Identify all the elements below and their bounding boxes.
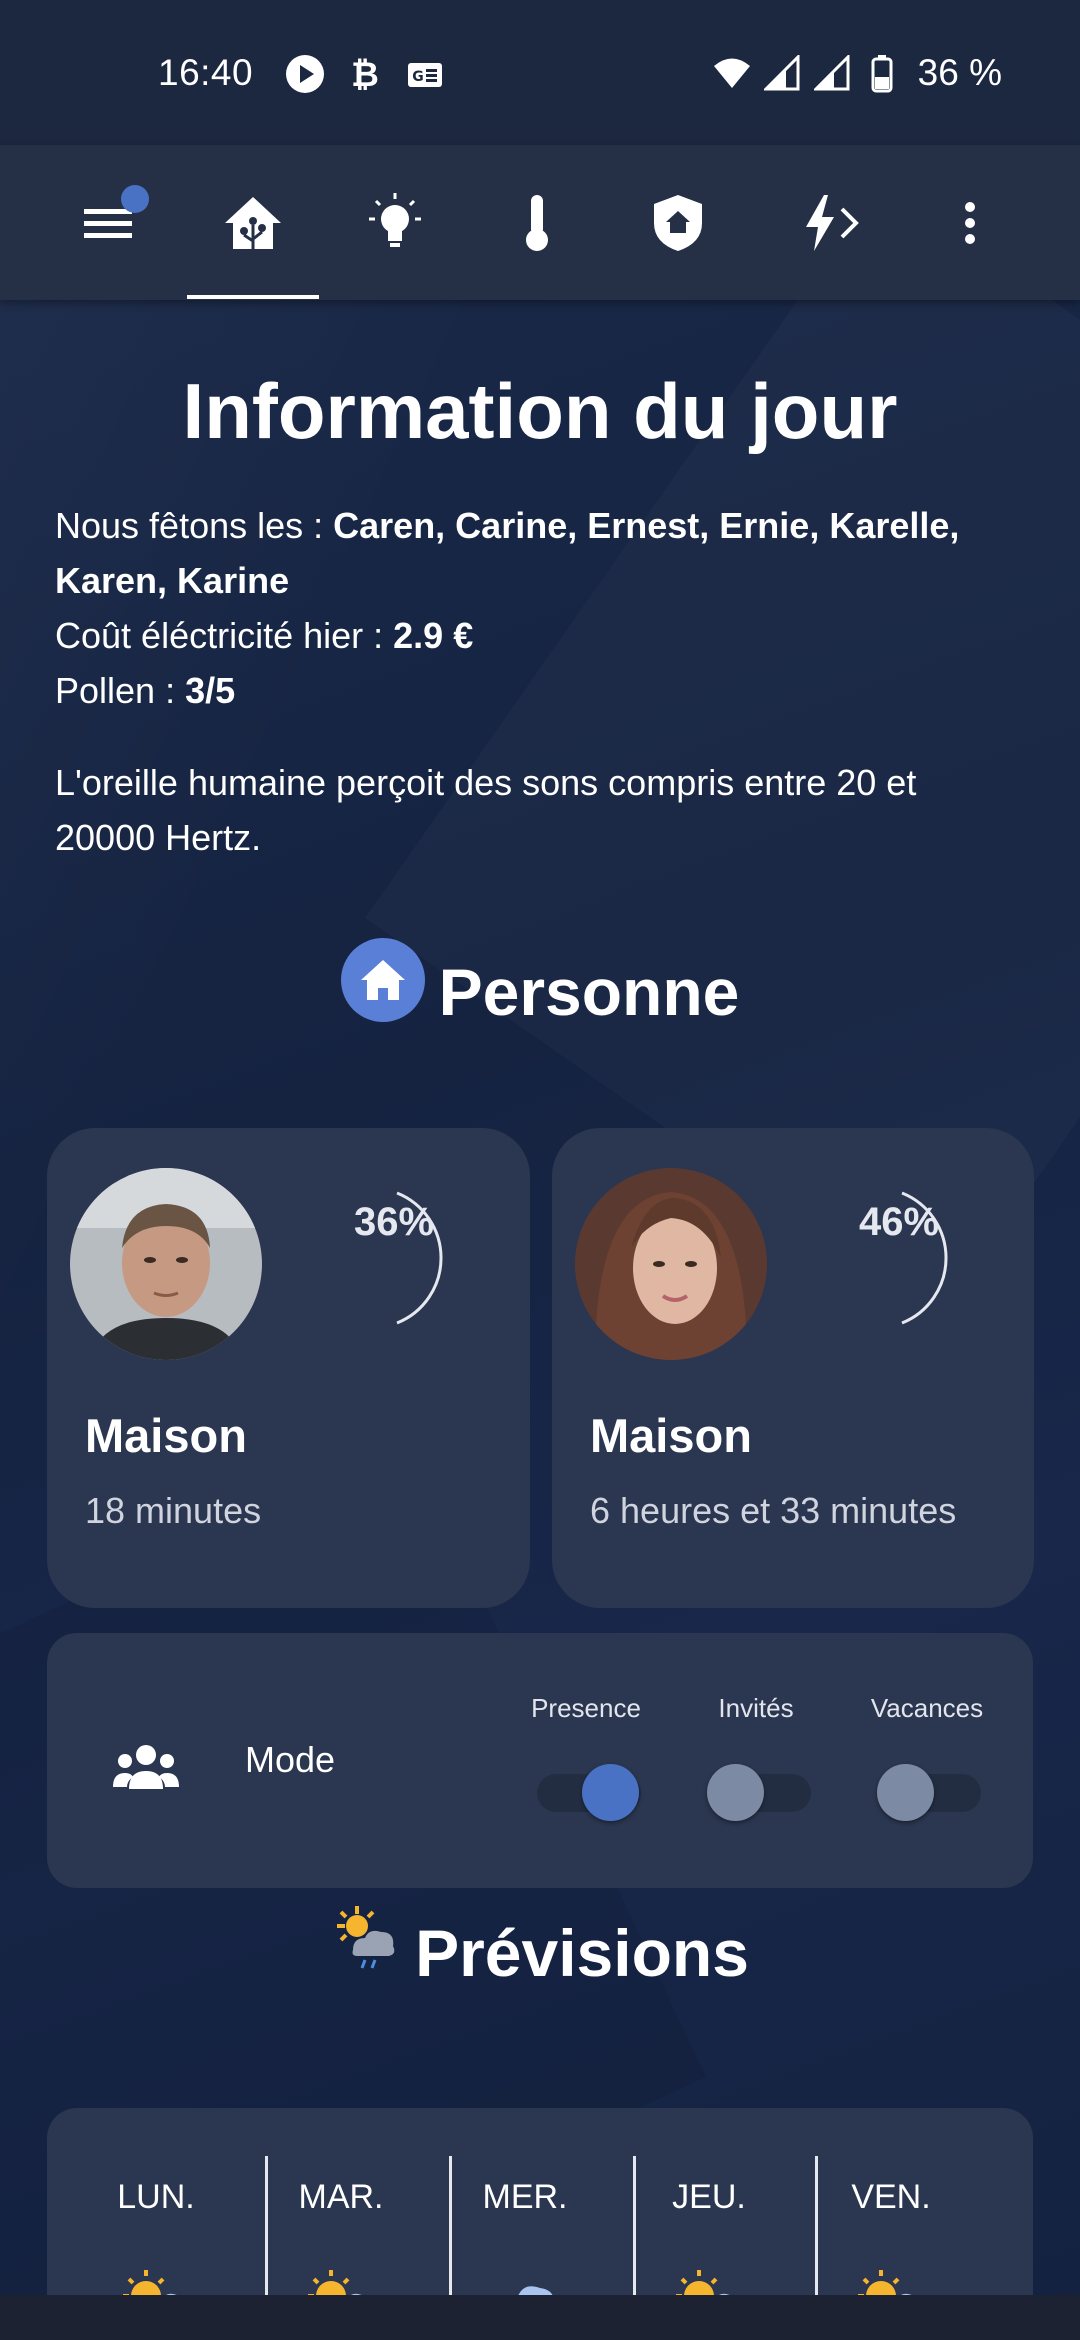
switch-label-presence: Presence — [531, 1693, 641, 1723]
electricity-value: 2.9 € — [393, 615, 474, 656]
personne-heading: Personne — [0, 938, 1080, 1034]
battery-gauge — [901, 1191, 948, 1325]
electricity-label: Coût éléctricité hier : — [55, 615, 394, 656]
tab-security[interactable] — [623, 145, 733, 300]
partly-sunny-icon — [123, 2270, 177, 2295]
app-toolbar — [0, 145, 1080, 300]
mode-label: Mode — [245, 1739, 336, 1780]
presence-toggle[interactable] — [537, 1764, 641, 1821]
svg-text:₿: ₿ — [351, 55, 379, 94]
previsions-title: Prévisions — [415, 1916, 749, 1990]
home-assistant-icon — [225, 196, 281, 249]
mode-card: Mode Presence Invités Vacances — [47, 1633, 1033, 1888]
switch-label-invites: Invités — [718, 1693, 794, 1723]
pollen-label: Pollen : — [55, 670, 186, 711]
overflow-menu-button[interactable] — [915, 145, 1025, 300]
status-notification-icons: ₿ G — [285, 54, 445, 94]
home-icon — [340, 938, 425, 1022]
personne-title: Personne — [438, 955, 740, 1029]
forecast-card[interactable]: LUN. MAR. MER. JEU. VEN. — [47, 2108, 1033, 2295]
battery-gauge — [396, 1191, 443, 1325]
names-line: Nous fêtons les : Caren, Carine, Ernest,… — [55, 498, 1035, 608]
thermometer-icon — [526, 194, 548, 251]
vacances-toggle[interactable] — [877, 1764, 981, 1821]
cloud-icon — [518, 2286, 553, 2295]
tab-lights[interactable] — [340, 145, 450, 300]
toggle-thumb — [877, 1764, 934, 1821]
signal-icon — [762, 53, 802, 93]
menu-button[interactable] — [55, 145, 165, 300]
forecast-day: LUN. — [92, 2108, 220, 2295]
wifi-icon — [712, 53, 752, 93]
battery-percentage: 36 % — [917, 52, 1002, 93]
partly-sunny-icon — [858, 2270, 912, 2295]
status-system-icons: 36 % — [712, 52, 1002, 94]
switch-label-vacances: Vacances — [870, 1693, 984, 1723]
location-duration: 6 heures et 33 minutes — [590, 1490, 957, 1531]
play-icon — [285, 54, 325, 94]
info-block: Nous fêtons les : Caren, Carine, Ernest,… — [55, 498, 1035, 718]
day-separator — [815, 2156, 818, 2295]
system-navigation-bar — [0, 2295, 1080, 2340]
active-tab-indicator — [187, 295, 319, 299]
electricity-line: Coût éléctricité hier : 2.9 € — [55, 608, 1035, 663]
avatar — [575, 1168, 767, 1360]
location-state: Maison — [590, 1409, 752, 1462]
news-icon: G — [405, 54, 445, 94]
forecast-day: VEN. — [827, 2108, 955, 2295]
account-group-icon — [113, 1745, 179, 1789]
person-card[interactable]: 46% Maison 6 heures et 33 minutes — [552, 1128, 1034, 1608]
partly-sunny-icon — [308, 2270, 362, 2295]
weather-partly-cloudy-rain-icon — [337, 1906, 395, 1969]
notification-badge — [121, 185, 149, 213]
lightbulb-icon — [369, 192, 421, 247]
day-label: LUN. — [117, 2178, 195, 2216]
person-card[interactable]: 36% Maison 18 minutes — [47, 1128, 530, 1608]
previsions-heading: Prévisions — [0, 1906, 1080, 1991]
shield-home-icon — [654, 194, 702, 251]
toggle-thumb — [707, 1764, 764, 1821]
names-label: Nous fêtons les : — [55, 505, 334, 546]
forecast-day: MER. — [461, 2108, 589, 2295]
partly-sunny-icon — [676, 2270, 730, 2295]
bitcoin-icon: ₿ — [345, 54, 385, 94]
status-bar: 16:40 ₿ G 36 % — [0, 0, 1080, 145]
signal-icon — [812, 53, 852, 93]
more-vertical-icon — [965, 201, 975, 244]
pollen-value: 3/5 — [185, 670, 236, 711]
tab-temperature[interactable] — [482, 145, 592, 300]
day-separator — [633, 2156, 636, 2295]
day-separator — [449, 2156, 452, 2295]
invites-toggle[interactable] — [707, 1764, 811, 1821]
forecast-day: MAR. — [277, 2108, 405, 2295]
toggle-thumb — [582, 1764, 639, 1821]
day-label: MER. — [482, 2178, 568, 2216]
info-title: Information du jour — [182, 367, 898, 455]
forecast-day: JEU. — [645, 2108, 773, 2295]
day-separator — [265, 2156, 268, 2295]
tabs-scroll-right[interactable] — [820, 145, 880, 300]
avatar — [70, 1168, 262, 1360]
day-label: VEN. — [851, 2178, 931, 2216]
day-label: JEU. — [672, 2178, 746, 2216]
location-state: Maison — [85, 1409, 247, 1462]
pollen-line: Pollen : 3/5 — [55, 663, 1035, 718]
dashboard-content[interactable]: Information du jour Nous fêtons les : Ca… — [0, 300, 1080, 2295]
battery-icon — [862, 53, 902, 93]
svg-text:G: G — [412, 69, 424, 85]
tab-home[interactable] — [198, 145, 308, 300]
status-time: 16:40 — [158, 52, 254, 93]
daily-fact: L'oreille humaine perçoit des sons compr… — [55, 762, 917, 858]
day-label: MAR. — [298, 2178, 384, 2216]
location-duration: 18 minutes — [85, 1490, 262, 1531]
chevron-right-icon — [840, 207, 859, 238]
